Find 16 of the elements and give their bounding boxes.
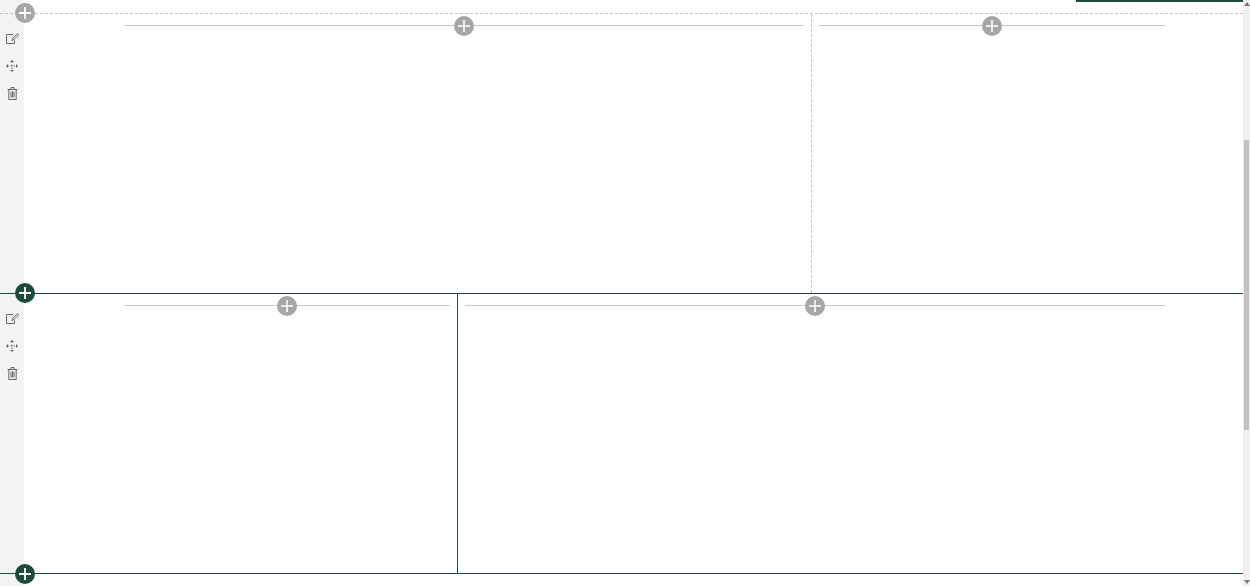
edit-icon[interactable] [5, 313, 19, 325]
add-webpart-button[interactable] [981, 15, 1002, 36]
add-section-button[interactable] [15, 283, 35, 303]
scroll-up-icon[interactable] [1244, 2, 1250, 6]
scroll-down-icon[interactable] [1244, 580, 1250, 584]
scrollbar-thumb[interactable] [1244, 140, 1249, 430]
trash-icon[interactable] [6, 87, 18, 100]
add-webpart-button[interactable] [277, 295, 298, 316]
add-section-button[interactable] [15, 564, 35, 584]
trash-icon[interactable] [6, 367, 18, 380]
move-icon[interactable] [6, 60, 18, 72]
move-icon[interactable] [6, 340, 18, 352]
scrollbar[interactable] [1243, 0, 1250, 586]
add-webpart-button[interactable] [453, 15, 474, 36]
add-webpart-button[interactable] [805, 295, 826, 316]
edit-icon[interactable] [5, 33, 19, 45]
